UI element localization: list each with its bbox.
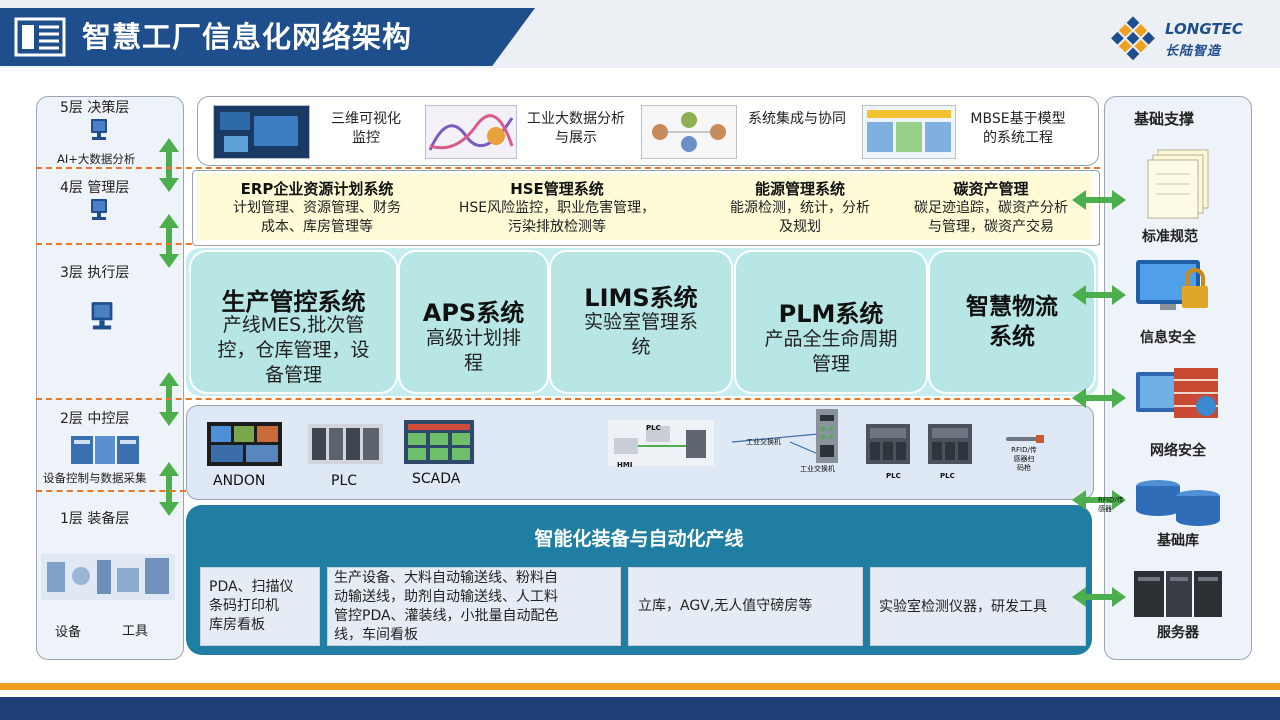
horizontal-arrow-icon	[1072, 190, 1126, 210]
documents-icon	[1147, 149, 1209, 219]
support-item-network-security: 网络安全	[1150, 443, 1206, 459]
plc-small-label: PLC	[646, 424, 661, 432]
energy-title: 能源管理系统	[754, 180, 845, 198]
switch-label-1: 工业交换机	[746, 438, 781, 446]
andon-label: ANDON	[213, 473, 266, 489]
support-item-info-security: 信息安全	[1140, 330, 1196, 346]
mes-title: 生产管控系统	[221, 288, 366, 316]
hse-desc: HSE风险监控，职业危害管理， 污染排放检测等	[458, 200, 656, 235]
hmi-label: HMI	[617, 461, 633, 469]
vertical-arrow-icon	[159, 138, 179, 192]
aps-title: APS系统	[422, 299, 525, 327]
switch-label-2: 工业交换机	[800, 465, 835, 473]
logistics-title: 智慧物流 系统	[966, 294, 1058, 350]
plc-label: PLC	[331, 473, 358, 489]
3d-monitor-thumbnail-icon	[213, 105, 310, 159]
document-icon	[14, 17, 66, 57]
database-icon	[1136, 480, 1220, 526]
industrial-switch-icon	[816, 409, 838, 463]
energy-desc: 能源检测，统计，分析 及规划	[730, 200, 870, 235]
plc-a-label: PLC	[886, 472, 901, 480]
vertical-arrow-icon	[159, 214, 179, 268]
layer-5-note: AI+大数据分析	[57, 152, 136, 166]
plm-desc: 产品全生命周期 管理	[764, 328, 898, 375]
plc-module-icon	[928, 424, 972, 464]
layer-divider	[36, 167, 1100, 169]
layer-2-note: 设备控制与数据采集	[43, 471, 147, 485]
logo-text-cn: 长陆智造	[1165, 44, 1222, 59]
andon-screen-icon	[207, 422, 282, 466]
hmi-plc-diagram-icon	[608, 420, 714, 466]
layer-3-label: 3层 执行层	[60, 265, 130, 281]
plc-rack-icon	[308, 424, 383, 464]
layer-divider	[36, 490, 186, 492]
support-item-database: 基础库	[1157, 533, 1199, 549]
equipment-card-4-text: 实验室检测仪器，研发工具	[879, 599, 1047, 615]
vertical-arrow-icon	[159, 462, 179, 516]
page-title: 智慧工厂信息化网络架构	[82, 20, 413, 54]
top-item-1-label: 三维可视化 监控	[331, 111, 401, 146]
computer-icon	[91, 302, 113, 330]
equipment-title: 智能化装备与自动化产线	[534, 528, 744, 550]
footer-accent-bar	[0, 683, 1280, 690]
device-label: 设备	[55, 625, 82, 640]
rfid-scanner-icon	[1006, 435, 1044, 443]
layer-5-label: 5层 决策层	[60, 100, 130, 116]
plc-b-label: PLC	[940, 472, 955, 480]
equipment-illustration-icon	[41, 554, 175, 600]
lims-title: LIMS系统	[584, 284, 698, 312]
top-item-4-label: MBSE基于模型 的系统工程	[970, 111, 1066, 146]
horizontal-arrow-icon	[1072, 285, 1126, 305]
equipment-card-2-text: 生产设备、大料自动输送线、粉料自 动输送线，助剂自动输送线、人工料 管控PDA、…	[334, 570, 559, 643]
equipment-card-3-text: 立库，AGV,无人值守磅房等	[638, 598, 813, 614]
logo-text-en: LONGTEC	[1165, 20, 1243, 38]
horizontal-arrow-icon	[1072, 587, 1126, 607]
equipment-card-1-text: PDA、扫描仪 条码打印机 库房看板	[209, 579, 294, 633]
erp-title: ERP企业资源计划系统	[240, 180, 394, 198]
layer-1-label: 1层 装备层	[60, 511, 130, 527]
tool-label: 工具	[122, 624, 149, 639]
firewall-icon	[1136, 368, 1218, 418]
support-item-standards: 标准规范	[1142, 229, 1198, 245]
layer-2-label: 2层 中控层	[60, 411, 130, 427]
integration-thumbnail-icon	[641, 105, 737, 159]
mbse-thumbnail-icon	[862, 105, 956, 159]
control-cabinet-icon	[71, 436, 139, 464]
data-chart-thumbnail-icon	[425, 105, 517, 159]
aps-desc: 高级计划排 程	[425, 327, 521, 374]
horizontal-arrow-icon	[1072, 388, 1126, 408]
rfid-sensor-label: RFID/传 感器	[1098, 496, 1124, 513]
footer-bar	[0, 697, 1280, 720]
support-item-server: 服务器	[1157, 625, 1199, 641]
plm-title: PLM系统	[778, 300, 884, 328]
scada-label: SCADA	[412, 471, 461, 487]
support-title: 基础支撑	[1134, 110, 1195, 128]
security-lock-icon	[1136, 260, 1208, 310]
layer-divider	[36, 398, 1100, 400]
carbon-desc: 碳足迹追踪，碳资产分析 与管理，碳资产交易	[914, 200, 1068, 235]
rfid-label: RFID/传 感器扫 码枪	[1011, 446, 1037, 472]
scada-screen-icon	[404, 420, 474, 464]
computer-icon	[91, 119, 107, 140]
lims-desc: 实验室管理系 统	[583, 311, 698, 358]
erp-desc: 计划管理、资源管理、财务 成本、库房管理等	[233, 200, 401, 235]
server-icon	[1134, 571, 1222, 617]
top-item-2-label: 工业大数据分析 与展示	[527, 111, 625, 146]
carbon-title: 碳资产管理	[953, 180, 1029, 198]
hse-title: HSE管理系统	[510, 180, 604, 198]
top-item-3-label: 系统集成与协同	[748, 111, 846, 127]
longtec-logo-icon	[1111, 16, 1155, 61]
plc-module-icon	[866, 424, 910, 464]
layer-4-label: 4层 管理层	[60, 180, 130, 196]
computer-icon	[91, 199, 107, 220]
mes-desc: 产线MES,批次管 控，仓库管理，设 备管理	[217, 314, 370, 386]
